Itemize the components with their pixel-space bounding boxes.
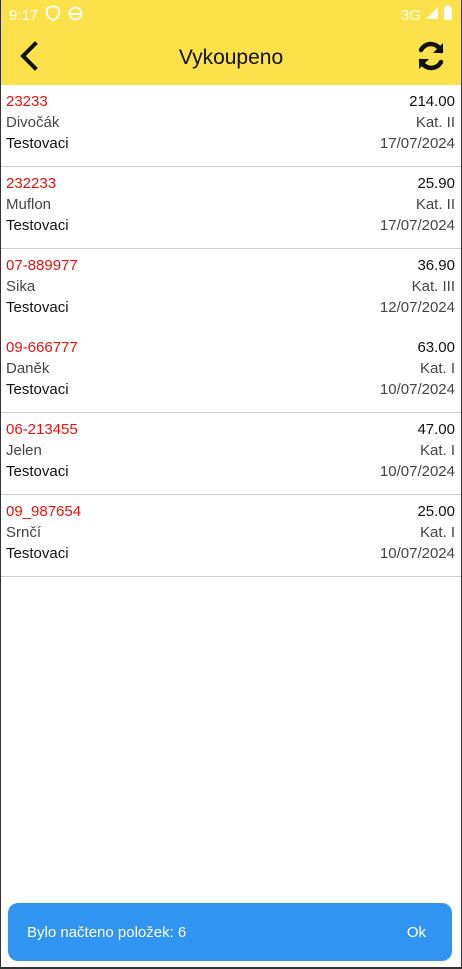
item-owner: Testovaci <box>6 299 69 316</box>
snackbar: Bylo načteno položek: 6 Ok <box>8 903 452 961</box>
item-category: Kat. II <box>415 196 455 213</box>
item-category: Kat. III <box>411 278 455 295</box>
page-title: Vykoupeno <box>178 45 284 69</box>
item-species: Muflon <box>6 196 52 213</box>
snackbar-ok-button[interactable]: Ok <box>407 924 426 941</box>
item-owner: Testovaci <box>6 135 69 152</box>
network-type: 3G <box>400 6 421 24</box>
purchase-list: 23233 214.00 Divočák Kat. II Testovaci 1… <box>1 85 461 577</box>
item-owner: Testovaci <box>6 381 69 398</box>
item-amount: 25.90 <box>417 175 455 192</box>
item-amount: 25.00 <box>417 503 455 520</box>
list-item[interactable]: 09-666777 63.00 Daněk Kat. I Testovaci 1… <box>1 331 461 413</box>
list-item[interactable]: 23233 214.00 Divočák Kat. II Testovaci 1… <box>1 85 461 167</box>
item-species: Daněk <box>6 360 50 377</box>
item-category: Kat. II <box>415 114 455 131</box>
signal-icon <box>425 6 439 24</box>
item-code: 23233 <box>6 93 48 110</box>
list-item[interactable]: 09_987654 25.00 Srnčí Kat. I Testovaci 1… <box>1 495 461 577</box>
list-item[interactable]: 232233 25.90 Muflon Kat. II Testovaci 17… <box>1 167 461 249</box>
arrow-back-icon <box>17 40 41 76</box>
snackbar-message: Bylo načteno položek: 6 <box>27 923 187 941</box>
battery-icon <box>443 5 453 25</box>
item-date: 10/07/2024 <box>379 381 455 398</box>
item-date: 10/07/2024 <box>379 463 455 480</box>
app-bar: Vykoupeno <box>1 30 461 85</box>
item-code: 232233 <box>6 175 57 192</box>
item-code: 09_987654 <box>6 503 82 520</box>
item-date: 10/07/2024 <box>379 545 455 562</box>
item-owner: Testovaci <box>6 463 69 480</box>
item-code: 06-213455 <box>6 421 78 438</box>
list-item[interactable]: 06-213455 47.00 Jelen Kat. I Testovaci 1… <box>1 413 461 495</box>
item-owner: Testovaci <box>6 217 69 234</box>
item-amount: 214.00 <box>409 93 455 110</box>
item-species: Sika <box>6 278 36 295</box>
back-button[interactable] <box>11 40 47 76</box>
list-item[interactable]: 07-889977 36.90 Sika Kat. III Testovaci … <box>1 249 461 331</box>
item-code: 07-889977 <box>6 257 78 274</box>
item-species: Divočák <box>6 114 60 131</box>
item-owner: Testovaci <box>6 545 69 562</box>
item-species: Srnčí <box>6 524 42 541</box>
item-species: Jelen <box>6 442 42 459</box>
item-code: 09-666777 <box>6 339 78 356</box>
item-category: Kat. I <box>419 360 455 377</box>
item-category: Kat. I <box>419 442 455 459</box>
item-date: 17/07/2024 <box>379 135 455 152</box>
shield-icon <box>46 5 61 25</box>
item-category: Kat. I <box>419 524 455 541</box>
item-amount: 63.00 <box>417 339 455 356</box>
item-date: 12/07/2024 <box>379 299 455 316</box>
item-date: 17/07/2024 <box>379 217 455 234</box>
circle-status-icon <box>68 6 83 25</box>
refresh-icon <box>414 39 448 78</box>
item-amount: 47.00 <box>417 421 455 438</box>
status-time: 9:17 <box>9 6 39 24</box>
status-bar: 9:17 3G <box>1 0 461 30</box>
refresh-button[interactable] <box>411 38 451 78</box>
item-amount: 36.90 <box>417 257 455 274</box>
